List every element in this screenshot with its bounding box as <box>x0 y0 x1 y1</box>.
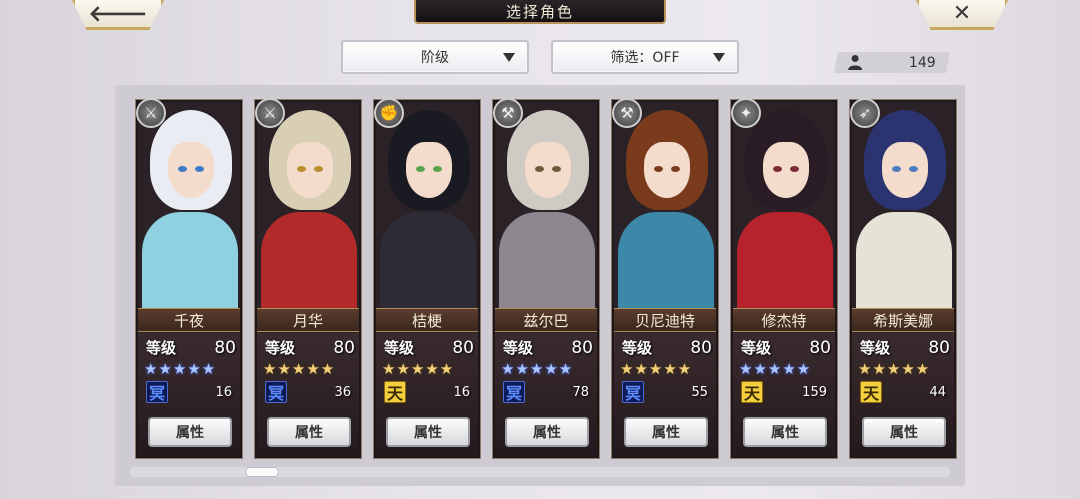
scrollbar-thumb[interactable] <box>244 467 279 477</box>
character-count: 78 <box>572 385 589 400</box>
character-card[interactable]: ✊ 桔梗 等级 80 ★★★★★ 天 16 属性 <box>374 98 480 458</box>
character-count: 36 <box>334 385 351 400</box>
level-value: 80 <box>333 337 355 358</box>
level-value: 80 <box>690 337 712 358</box>
character-card[interactable]: ✦ 修杰特 等级 80 ★★★★★ 天 159 属性 <box>731 98 837 458</box>
character-name: 桔梗 <box>376 308 478 332</box>
character-count: 16 <box>453 385 470 400</box>
staff-icon: ✦ <box>731 98 761 128</box>
rarity-stars: ★★★★★ <box>382 360 455 378</box>
level-label: 等级 <box>265 339 296 357</box>
page-title: 选择角色 <box>414 0 666 24</box>
axe-icon: ⚒ <box>612 98 642 128</box>
element-badge: 冥 <box>146 381 168 403</box>
blade-icon: ⚔ <box>136 98 166 128</box>
level-label: 等级 <box>741 339 772 357</box>
rarity-stars: ★★★★★ <box>620 360 693 378</box>
character-name: 千夜 <box>138 308 240 332</box>
close-icon: ✕ <box>952 1 972 26</box>
filter-label: 筛选：OFF <box>610 50 680 66</box>
level-label: 等级 <box>860 339 891 357</box>
character-portrait <box>257 102 359 308</box>
owned-count: 149 <box>909 54 936 71</box>
element-badge: 冥 <box>622 381 644 403</box>
level-value: 80 <box>452 337 474 358</box>
character-portrait <box>614 102 716 308</box>
chevron-down-icon <box>503 53 515 62</box>
chevron-down-icon <box>713 53 725 62</box>
fist-icon: ✊ <box>374 98 404 128</box>
attribute-button[interactable]: 属性 <box>148 417 232 447</box>
character-name: 兹尔巴 <box>495 308 597 332</box>
level-label: 等级 <box>146 339 177 357</box>
character-count: 44 <box>929 385 946 400</box>
axe-icon: ⚒ <box>493 98 523 128</box>
character-name: 贝尼迪特 <box>614 308 716 332</box>
element-badge: 冥 <box>265 381 287 403</box>
character-portrait <box>376 102 478 308</box>
character-portrait <box>852 102 954 308</box>
back-arrow-icon: 🡐 <box>88 1 148 27</box>
person-icon <box>848 55 863 70</box>
attribute-button[interactable]: 属性 <box>386 417 470 447</box>
character-card[interactable]: ⚒ 贝尼迪特 等级 80 ★★★★★ 冥 55 属性 <box>612 98 718 458</box>
level-value: 80 <box>571 337 593 358</box>
level-label: 等级 <box>622 339 653 357</box>
character-portrait <box>495 102 597 308</box>
character-name: 月华 <box>257 308 359 332</box>
character-portrait <box>733 102 835 308</box>
character-count: 16 <box>215 385 232 400</box>
rarity-stars: ★★★★★ <box>501 360 574 378</box>
element-badge: 天 <box>741 381 763 403</box>
attribute-button[interactable]: 属性 <box>505 417 589 447</box>
element-badge: 冥 <box>503 381 525 403</box>
character-name: 希斯美娜 <box>852 308 954 332</box>
character-count: 159 <box>802 385 827 400</box>
element-badge: 天 <box>860 381 882 403</box>
rarity-stars: ★★★★★ <box>144 360 217 378</box>
close-button[interactable]: ✕ <box>916 0 1008 30</box>
blade-icon: ⚔ <box>255 98 285 128</box>
character-card[interactable]: ⚒ 兹尔巴 等级 80 ★★★★★ 冥 78 属性 <box>493 98 599 458</box>
back-button[interactable]: 🡐 <box>72 0 164 30</box>
element-badge: 天 <box>384 381 406 403</box>
rarity-stars: ★★★★★ <box>739 360 812 378</box>
attribute-button[interactable]: 属性 <box>862 417 946 447</box>
attribute-button[interactable]: 属性 <box>267 417 351 447</box>
level-label: 等级 <box>503 339 534 357</box>
level-value: 80 <box>928 337 950 358</box>
rarity-stars: ★★★★★ <box>263 360 336 378</box>
rank-sort-label: 阶级 <box>421 50 449 66</box>
attribute-button[interactable]: 属性 <box>624 417 708 447</box>
level-value: 80 <box>214 337 236 358</box>
character-card[interactable]: ➶ 希斯美娜 等级 80 ★★★★★ 天 44 属性 <box>850 98 956 458</box>
owned-count-badge: 149 <box>834 52 950 73</box>
attribute-button[interactable]: 属性 <box>743 417 827 447</box>
spear-icon: ➶ <box>850 98 880 128</box>
rarity-stars: ★★★★★ <box>858 360 931 378</box>
filter-dropdown[interactable]: 筛选：OFF <box>551 40 739 74</box>
character-card[interactable]: ⚔ 千夜 等级 80 ★★★★★ 冥 16 属性 <box>136 98 242 458</box>
character-portrait <box>138 102 240 308</box>
character-name: 修杰特 <box>733 308 835 332</box>
character-card[interactable]: ⚔ 月华 等级 80 ★★★★★ 冥 36 属性 <box>255 98 361 458</box>
rank-sort-dropdown[interactable]: 阶级 <box>341 40 529 74</box>
level-label: 等级 <box>384 339 415 357</box>
level-value: 80 <box>809 337 831 358</box>
character-count: 55 <box>691 385 708 400</box>
